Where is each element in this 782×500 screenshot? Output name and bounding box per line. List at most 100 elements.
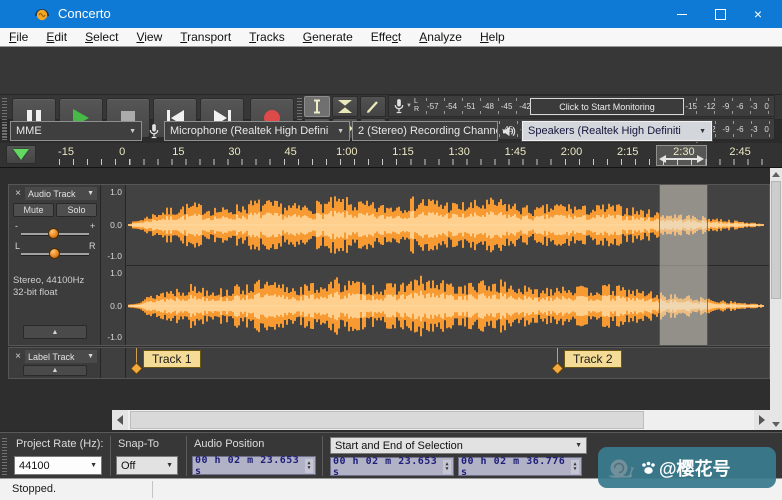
scroll-right-button[interactable] xyxy=(754,410,770,430)
timeline-label: -15 xyxy=(58,146,74,158)
label-marker-icon[interactable] xyxy=(130,362,143,375)
pan-left-label: L xyxy=(15,241,20,251)
snap-to-value: Off xyxy=(121,460,135,472)
vertical-scrollbar[interactable] xyxy=(770,168,782,430)
scroll-left-icon xyxy=(117,415,123,425)
recording-meter[interactable]: ▼ LR Click to Start Monitoring -57-54-51… xyxy=(388,95,775,117)
menu-bar: FileEditSelectViewTransportTracksGenerat… xyxy=(0,28,782,47)
status-text: Stopped. xyxy=(12,483,56,495)
maximize-button[interactable] xyxy=(701,0,739,28)
meter-scale-value: -6 xyxy=(736,102,743,111)
menu-item-view[interactable]: View xyxy=(127,30,171,44)
label-track-control-panel[interactable]: × Label Track ▼ ▲ xyxy=(9,348,101,378)
timeline-ruler[interactable]: -1501530451:001:151:301:452:002:152:302:… xyxy=(0,143,782,168)
menu-item-help[interactable]: Help xyxy=(471,30,514,44)
solo-button[interactable]: Solo xyxy=(56,203,97,217)
audio-track: × Audio Track ▼ Mute Solo - + L R Stereo… xyxy=(8,184,770,346)
close-button[interactable]: × xyxy=(739,0,777,28)
minimize-button[interactable] xyxy=(663,0,701,28)
vertical-scroll-thumb[interactable] xyxy=(771,181,781,299)
waveform-selection-region[interactable] xyxy=(659,185,708,345)
spinner-icon[interactable]: ▲▼ xyxy=(305,459,313,473)
meter-scale-value: 0 xyxy=(764,102,768,111)
menu-item-generate[interactable]: Generate xyxy=(294,30,362,44)
project-rate-value: 44100 xyxy=(19,460,50,472)
menu-item-select[interactable]: Select xyxy=(76,30,127,44)
track-close-button[interactable]: × xyxy=(12,350,24,363)
audio-host-select[interactable]: MME ▼ xyxy=(10,121,142,141)
track-collapse-button[interactable]: ▲ xyxy=(23,325,87,339)
vertical-scale-ruler[interactable]: 1.0 0.0 -1.0 1.0 0.0 -1.0 xyxy=(101,185,126,345)
snap-to-label: Snap-To xyxy=(118,438,159,450)
audio-position-field[interactable]: 00 h 02 m 23.653 s ▲▼ xyxy=(192,456,316,475)
close-icon: × xyxy=(15,188,21,199)
track-area: × Audio Track ▼ Mute Solo - + L R Stereo… xyxy=(0,168,782,430)
spinner-icon[interactable]: ▲▼ xyxy=(571,460,579,474)
scroll-down-icon xyxy=(772,422,780,427)
menu-item-edit[interactable]: Edit xyxy=(37,30,76,44)
monitoring-tooltip[interactable]: Click to Start Monitoring xyxy=(530,98,684,115)
track-collapse-button[interactable]: ▲ xyxy=(23,365,87,376)
label-text[interactable]: Track 1 xyxy=(143,350,201,368)
menu-item-analyze[interactable]: Analyze xyxy=(410,30,471,44)
label-ruler-gap xyxy=(101,348,126,378)
timeline-label: 30 xyxy=(228,146,240,158)
mute-button[interactable]: Mute xyxy=(13,203,54,217)
menu-item-transport[interactable]: Transport xyxy=(171,30,240,44)
spinner-icon[interactable]: ▲▼ xyxy=(443,460,451,474)
horizontal-scrollbar[interactable] xyxy=(112,410,770,430)
track-title-menu[interactable]: Audio Track ▼ xyxy=(25,187,97,200)
recording-channels-select[interactable]: 2 (Stereo) Recording Channels ▼ xyxy=(352,121,498,141)
watermark-text: @樱花号 xyxy=(659,455,731,481)
selection-left-arrow-icon xyxy=(659,155,666,163)
menu-item-effect[interactable]: Effect xyxy=(362,30,410,44)
paw-icon xyxy=(640,460,657,476)
audacity-window: Concerto × FileEditSelectViewTransportTr… xyxy=(0,0,782,500)
selection-tool-button[interactable] xyxy=(304,96,330,117)
playback-device-select[interactable]: Speakers (Realtek High Definiti ▼ xyxy=(522,121,712,141)
project-rate-label: Project Rate (Hz): xyxy=(16,438,103,450)
pan-knob[interactable] xyxy=(49,248,60,259)
timeline-label: 1:45 xyxy=(505,146,526,158)
draw-tool-button[interactable] xyxy=(360,96,386,117)
meter-scale-value: -54 xyxy=(445,102,457,111)
timeline-label: 1:00 xyxy=(336,146,357,158)
meter-scale-value: -15 xyxy=(685,102,697,111)
timeline-label: 2:45 xyxy=(729,146,750,158)
scroll-up-button[interactable] xyxy=(770,168,782,180)
track-close-button[interactable]: × xyxy=(12,187,24,200)
audio-track-control-panel[interactable]: × Audio Track ▼ Mute Solo - + L R Stereo… xyxy=(9,185,101,345)
device-toolbar-grip[interactable] xyxy=(2,122,7,140)
label-text[interactable]: Track 2 xyxy=(564,350,622,368)
envelope-tool-button[interactable] xyxy=(332,96,358,117)
label-marker-icon[interactable] xyxy=(551,362,564,375)
toolbar-divider xyxy=(110,436,111,476)
selection-mode-select[interactable]: Start and End of Selection ▼ xyxy=(330,437,587,454)
recording-device-select[interactable]: Microphone (Realtek High Defini ▼ xyxy=(164,121,350,141)
timeline-pin-icon xyxy=(13,149,29,160)
selection-start-field[interactable]: 00 h 02 m 23.653 s ▲▼ xyxy=(330,457,454,476)
toolbar-divider xyxy=(322,436,323,476)
selection-toolbar-grip[interactable] xyxy=(2,437,7,475)
label-track-content[interactable]: Track 1 Track 2 xyxy=(126,348,769,378)
waveform-area[interactable] xyxy=(126,185,769,345)
scroll-left-button[interactable] xyxy=(112,410,128,430)
track-title-menu[interactable]: Label Track ▼ xyxy=(25,350,97,363)
ruler-value: 1.0 xyxy=(110,268,122,278)
chevron-down-icon: ▼ xyxy=(162,462,173,469)
selection-end-field[interactable]: 00 h 02 m 36.776 s ▲▼ xyxy=(458,457,582,476)
audio-position-value: 00 h 02 m 23.653 s xyxy=(195,455,305,477)
gain-knob[interactable] xyxy=(48,228,59,239)
meter-scale-value: -9 xyxy=(723,125,730,134)
snap-to-select[interactable]: Off ▼ xyxy=(116,456,178,475)
scroll-down-button[interactable] xyxy=(770,418,782,430)
selection-right-arrow-icon xyxy=(697,155,704,163)
track-format-line1: Stereo, 44100Hz xyxy=(13,275,84,286)
menu-item-tracks[interactable]: Tracks xyxy=(240,30,294,44)
menu-item-file[interactable]: File xyxy=(0,30,37,44)
project-rate-select[interactable]: 44100 ▼ xyxy=(14,456,102,475)
timeline-pin-button[interactable] xyxy=(6,145,36,164)
horizontal-scroll-thumb[interactable] xyxy=(130,411,644,429)
audio-position-label: Audio Position xyxy=(194,438,264,450)
minimize-icon xyxy=(677,14,687,15)
